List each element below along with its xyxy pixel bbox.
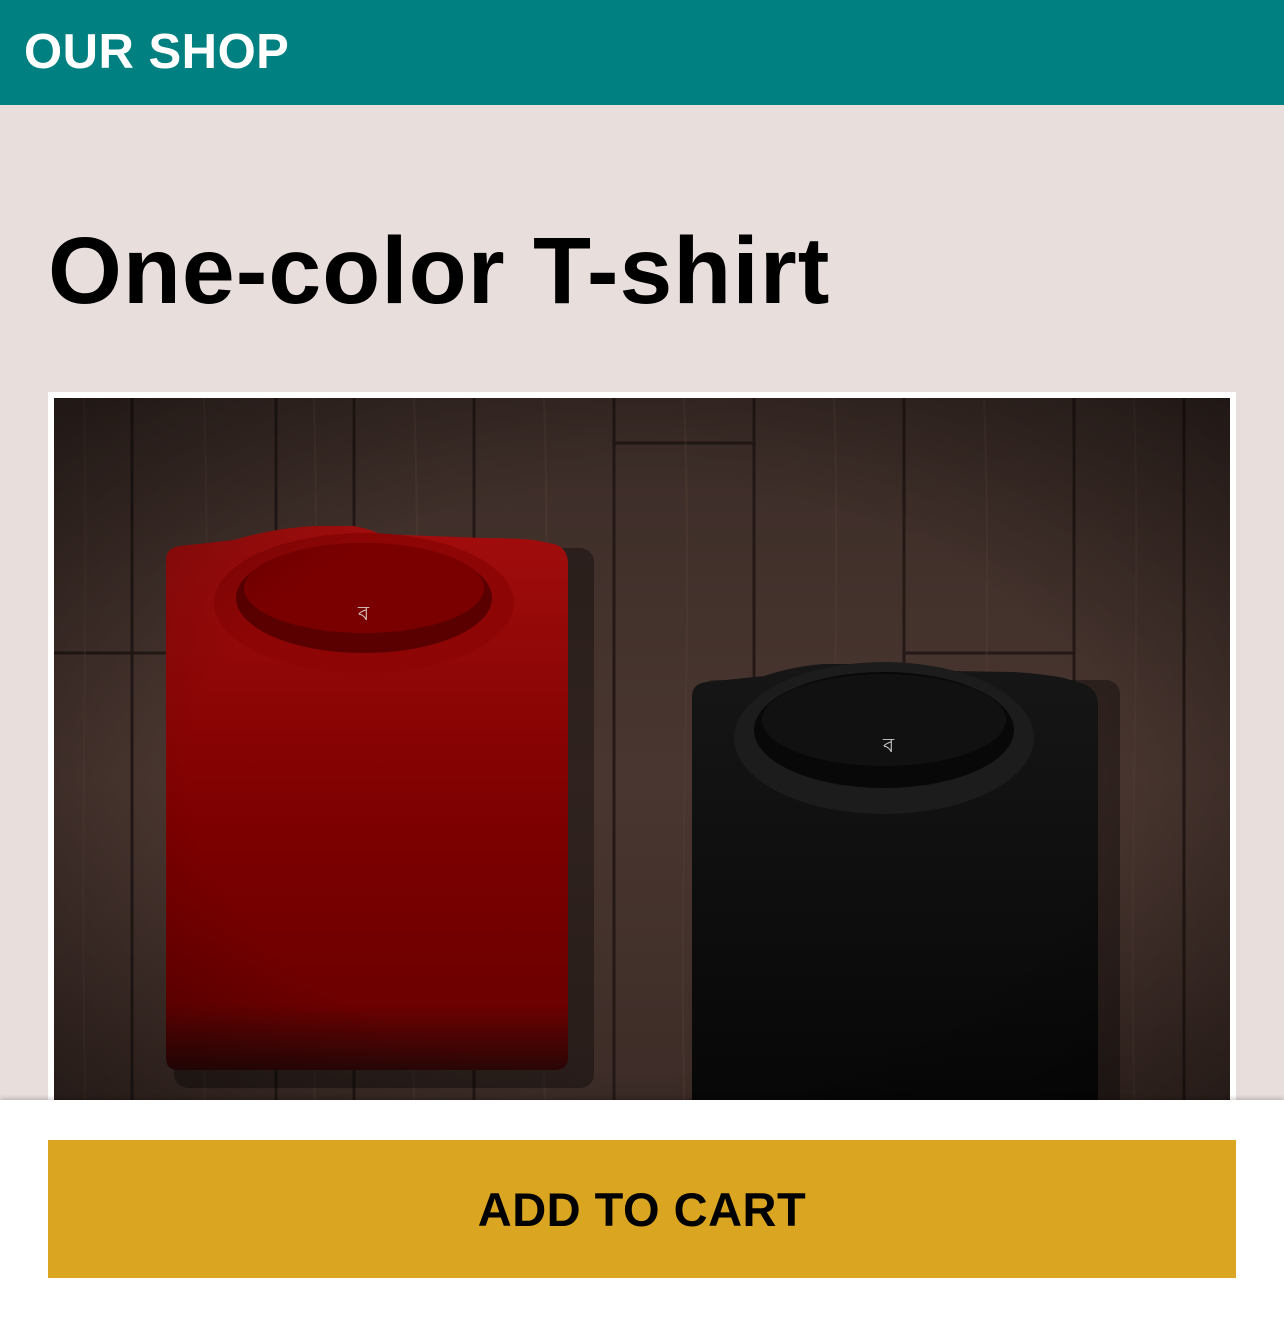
sticky-action-bar: ADD TO CART <box>0 1100 1284 1318</box>
product-title: One-color T-shirt <box>48 218 831 324</box>
top-header-bar: OUR SHOP <box>0 0 1284 105</box>
product-image-frame: ব ব <box>48 392 1236 1158</box>
add-to-cart-button[interactable]: ADD TO CART <box>48 1140 1236 1278</box>
shop-title: OUR SHOP <box>24 25 290 79</box>
product-image: ব ব <box>54 398 1230 1158</box>
